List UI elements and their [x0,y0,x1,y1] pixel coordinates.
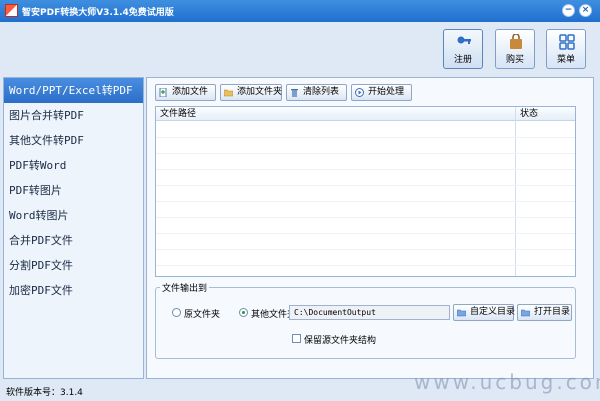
sidebar-item-split-pdf[interactable]: 分割PDF文件 [4,253,143,278]
output-group-title: 文件输出到 [160,281,210,294]
row-divider [156,201,575,202]
buy-button[interactable]: 购买 [495,29,535,69]
folder-icon [224,89,233,97]
sidebar-item-word-to-image[interactable]: Word转图片 [4,203,143,228]
sidebar-item-other-to-pdf[interactable]: 其他文件转PDF [4,128,143,153]
file-list-table[interactable]: 文件路径 状态 [155,106,576,277]
clear-list-label: 清除列表 [303,87,340,97]
add-file-button[interactable]: 添加文件 [155,84,216,101]
sidebar-item-office-to-pdf[interactable]: Word/PPT/Excel转PDF [4,78,143,103]
start-label: 开始处理 [368,87,405,97]
add-file-label: 添加文件 [172,87,209,97]
row-divider [156,265,575,266]
start-button[interactable]: 开始处理 [351,84,412,101]
grid-icon [559,34,575,50]
add-file-icon [159,88,167,97]
app-logo-icon [5,4,18,17]
key-icon [457,36,471,44]
sidebar: Word/PPT/Excel转PDF 图片合并转PDF 其他文件转PDF PDF… [3,77,144,379]
main-panel: 添加文件 添加文件夹 清除列表 开始处理 文件路径 状态 文件输出到 原文件夹 … [146,77,594,379]
sidebar-item-merge-pdf[interactable]: 合并PDF文件 [4,228,143,253]
play-icon [355,88,364,97]
register-label: 注册 [453,55,472,65]
menu-label: 菜单 [556,55,575,65]
register-button[interactable]: 注册 [443,29,483,69]
window-title: 智安PDF转换大师V3.1.4免费试用版 [22,8,174,18]
row-divider [156,233,575,234]
radio-other-folder[interactable] [239,308,248,317]
close-button[interactable]: × [579,4,592,17]
sidebar-item-pdf-to-image[interactable]: PDF转图片 [4,178,143,203]
minimize-button[interactable]: − [562,4,575,17]
shopping-bag-icon [510,34,522,49]
add-folder-button[interactable]: 添加文件夹 [220,84,282,101]
watermark: www.ucbug.com [414,370,600,394]
sidebar-item-pdf-to-word[interactable]: PDF转Word [4,153,143,178]
radio-original-folder[interactable] [172,308,181,317]
row-divider [156,249,575,250]
sidebar-item-image-merge-to-pdf[interactable]: 图片合并转PDF [4,103,143,128]
radio-original-folder-label: 原文件夹 [184,310,221,320]
column-header-file-path[interactable]: 文件路径 [156,107,515,121]
menu-button[interactable]: 菜单 [546,29,586,69]
custom-directory-button[interactable]: 自定义目录 [453,304,516,321]
open-directory-button[interactable]: 打开目录 [517,304,572,321]
version-text: 软件版本号：3.1.4 [6,388,83,398]
sidebar-item-encrypt-pdf[interactable]: 加密PDF文件 [4,278,143,303]
row-divider [156,137,575,138]
trash-icon [291,89,298,97]
clear-list-button[interactable]: 清除列表 [286,84,347,101]
row-divider [156,169,575,170]
open-directory-label: 打开目录 [534,307,571,317]
row-divider [156,153,575,154]
row-divider [156,217,575,218]
folder-icon [457,309,466,317]
keep-structure-checkbox[interactable] [292,334,301,343]
top-toolbar: 注册 购买 菜单 [0,22,600,74]
custom-directory-label: 自定义目录 [470,307,516,317]
output-group: 文件输出到 原文件夹 其他文件夹 C:\DocumentOutput 自定义目录… [155,281,576,359]
title-bar: 智安PDF转换大师V3.1.4免费试用版 − × [0,0,600,22]
buy-label: 购买 [505,55,524,65]
open-folder-icon [521,309,530,317]
add-folder-label: 添加文件夹 [237,87,283,97]
row-divider [156,185,575,186]
output-path-input[interactable]: C:\DocumentOutput [289,305,450,320]
column-divider [515,107,516,276]
column-header-status[interactable]: 状态 [516,107,575,121]
keep-structure-label: 保留源文件夹结构 [304,336,377,346]
